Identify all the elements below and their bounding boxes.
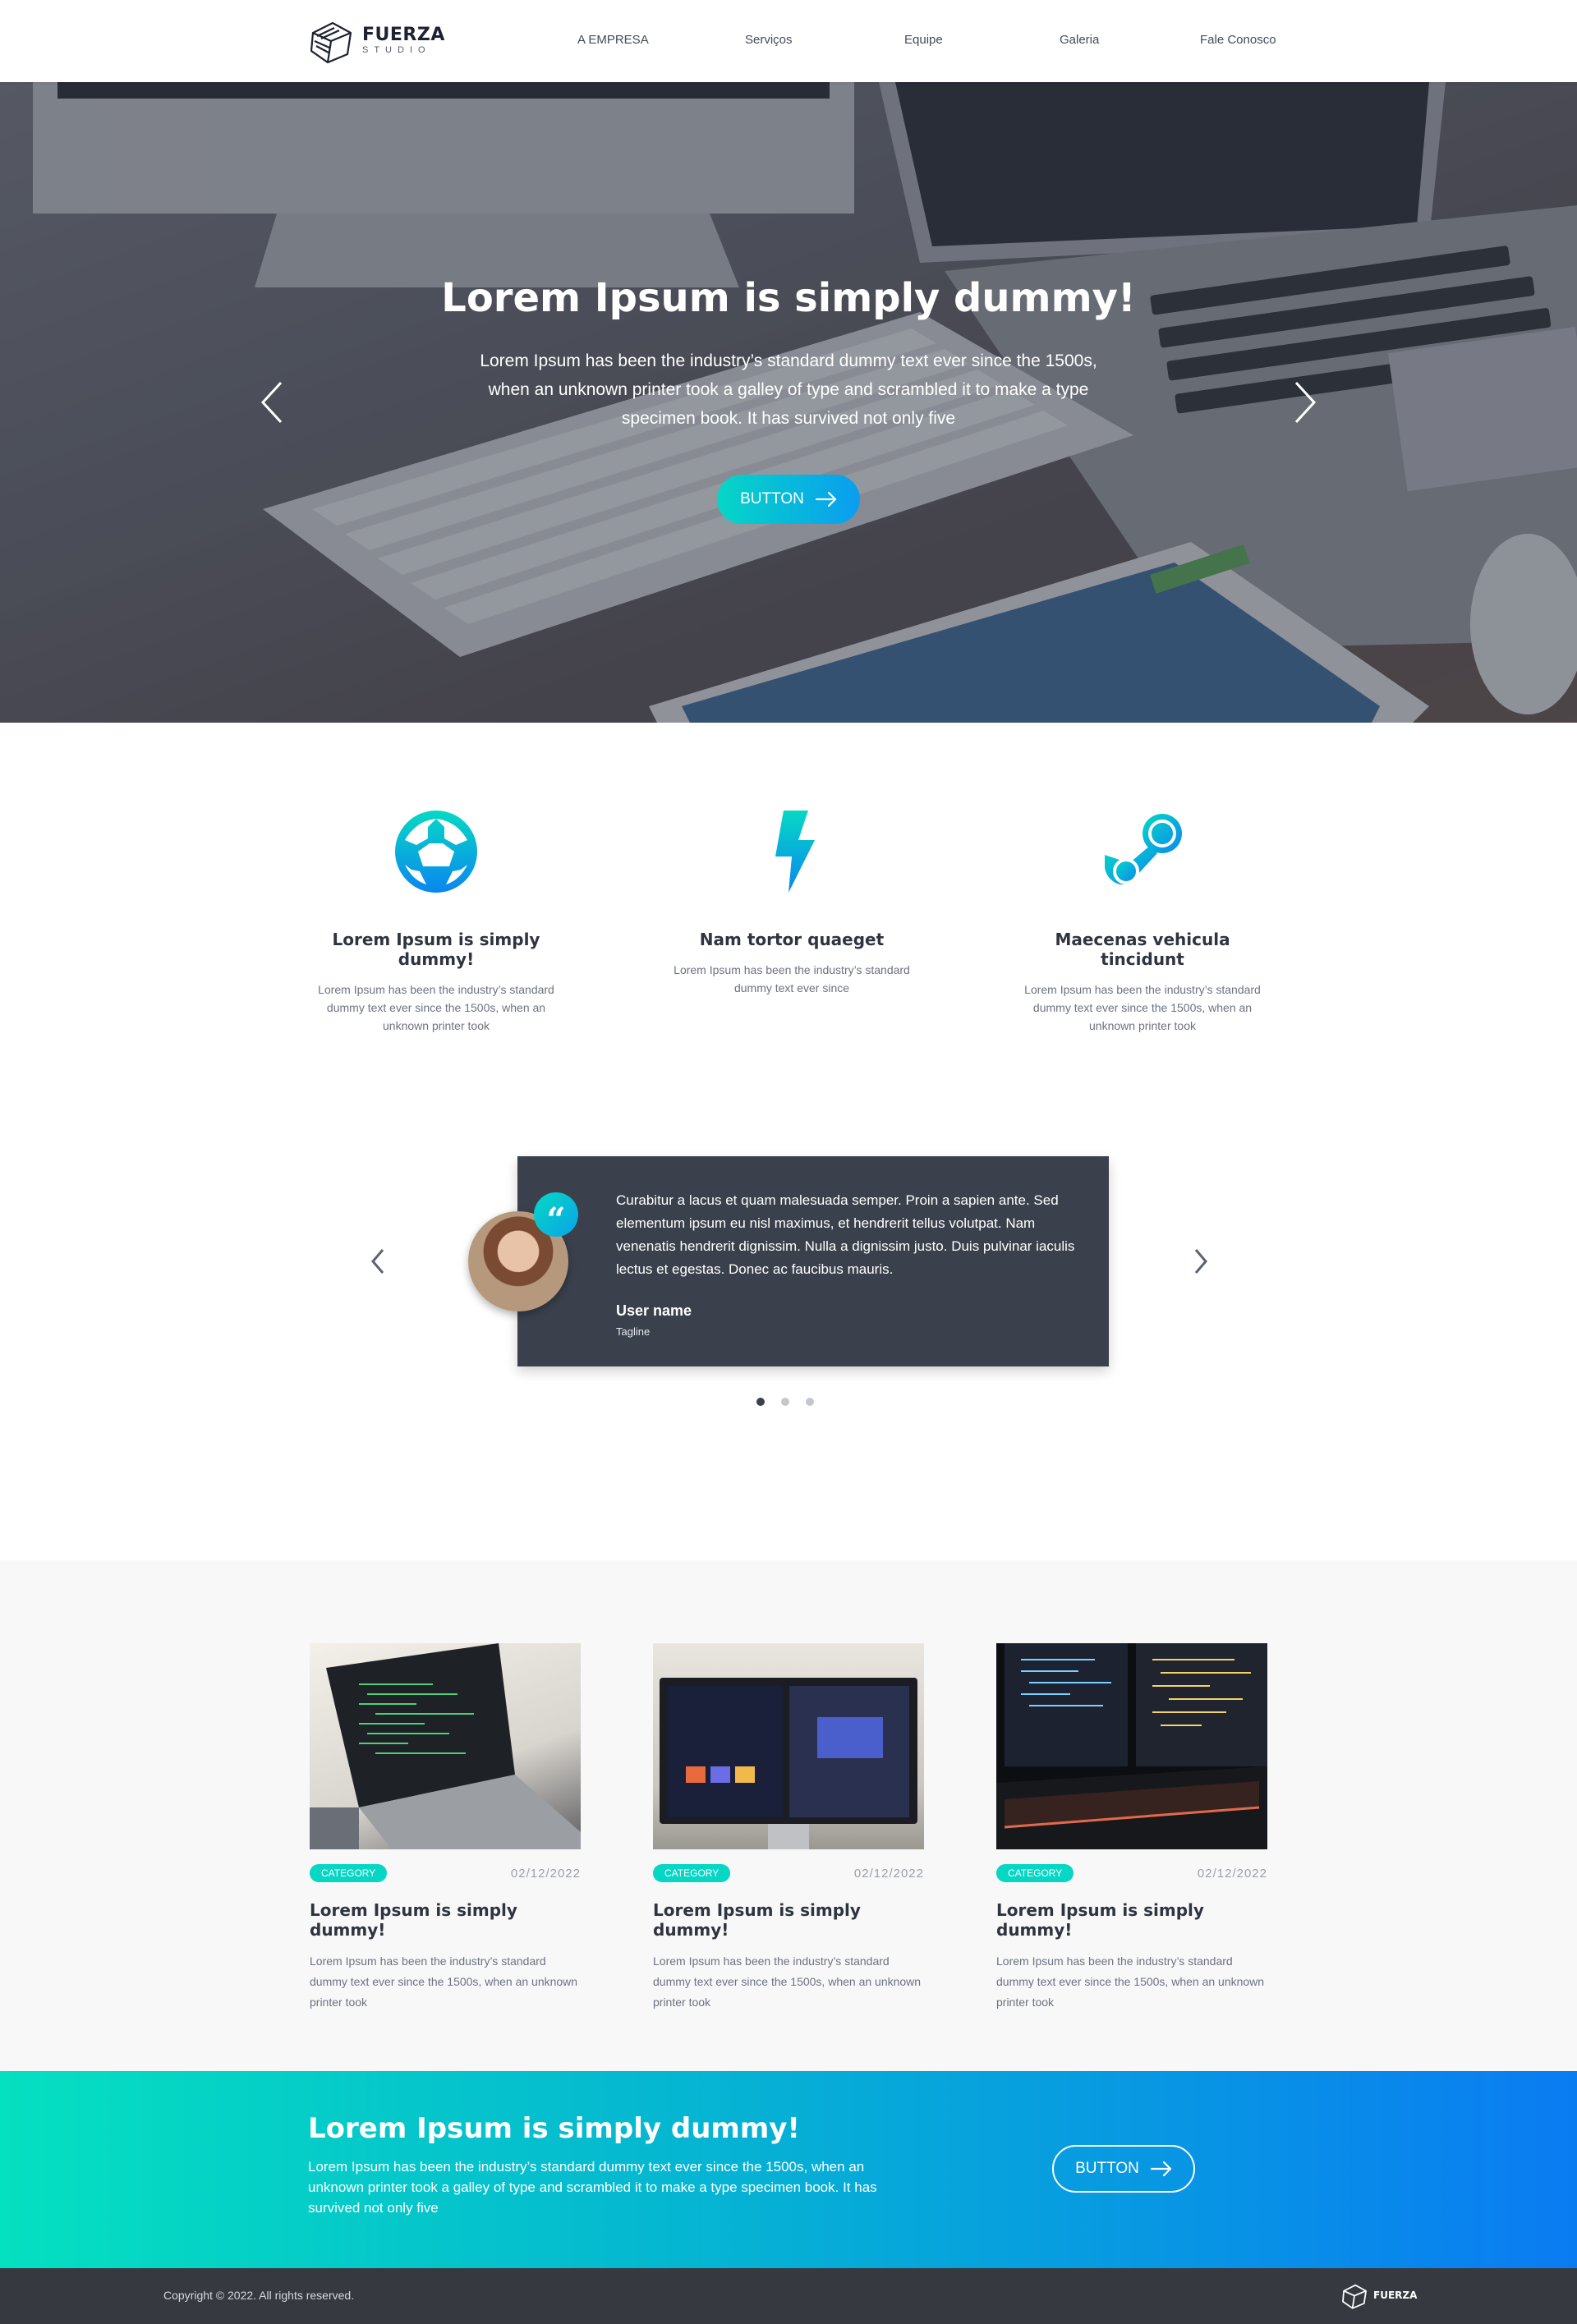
feature-text: Lorem Ipsum has been the industry’s stan… bbox=[674, 963, 910, 994]
nav-link-servicos[interactable]: Serviços bbox=[745, 33, 793, 47]
category-badge[interactable]: CATEGORY bbox=[996, 1864, 1074, 1882]
post-excerpt: Lorem Ipsum has been the industry’s stan… bbox=[653, 1954, 922, 2009]
post-image-monitor[interactable] bbox=[653, 1643, 924, 1849]
brand-logo[interactable]: FUERZA STUDIO bbox=[308, 16, 445, 64]
slider-pagination bbox=[756, 1398, 814, 1406]
category-badge[interactable]: CATEGORY bbox=[310, 1864, 388, 1882]
post-date: 02/12/2022 bbox=[1197, 1866, 1267, 1881]
category-badge[interactable]: CATEGORY bbox=[653, 1864, 731, 1882]
keyboard-code-illustration bbox=[996, 1643, 1267, 1849]
feature-title: Nam tortor quaeget bbox=[699, 930, 885, 949]
post-title[interactable]: Lorem Ipsum is simply dummy! bbox=[653, 1900, 924, 1940]
blog-post-card[interactable]: CATEGORY 02/12/2022 Lorem Ipsum is simpl… bbox=[996, 1643, 1267, 2013]
monitor-illustration bbox=[660, 1678, 917, 1849]
cta-text: Lorem Ipsum has been the industry’s stan… bbox=[308, 2159, 877, 2216]
nav-link-fale-conosco[interactable]: Fale Conosco bbox=[1200, 33, 1276, 47]
testimonial-quote: Curabitur a lacus et quam malesuada semp… bbox=[616, 1192, 1075, 1277]
site-footer: Copyright © 2022. All rights reserved. F… bbox=[0, 2268, 1577, 2324]
post-image-laptop-code[interactable] bbox=[310, 1643, 581, 1849]
feature-title: Maecenas vehicula tincidunt bbox=[1055, 930, 1230, 969]
slider-dot[interactable] bbox=[806, 1398, 814, 1406]
testimonial-user-name: User name bbox=[616, 1302, 692, 1319]
feature-text: Lorem Ipsum has been the industry’s stan… bbox=[318, 983, 554, 1032]
hero-button-label: BUTTON bbox=[740, 490, 804, 508]
cube-logo-icon bbox=[1342, 2284, 1367, 2309]
footer-logo[interactable]: FUERZA bbox=[1340, 2281, 1417, 2309]
cta-button-label: BUTTON bbox=[1075, 2160, 1139, 2177]
nav-link-equipe[interactable]: Equipe bbox=[904, 33, 943, 47]
brand-name: FUERZA bbox=[362, 24, 445, 45]
copyright-text: Copyright © 2022. All rights reserved. bbox=[163, 2289, 355, 2302]
testimonial-card: Curabitur a lacus et quam malesuada semp… bbox=[517, 1156, 1109, 1366]
slider-dot[interactable] bbox=[756, 1398, 765, 1406]
feature-card: Nam tortor quaeget Lorem Ipsum has been … bbox=[660, 809, 923, 997]
post-excerpt: Lorem Ipsum has been the industry’s stan… bbox=[996, 1954, 1265, 2009]
post-date: 02/12/2022 bbox=[510, 1866, 581, 1881]
blog-post-card[interactable]: CATEGORY 02/12/2022 Lorem Ipsum is simpl… bbox=[310, 1643, 581, 2013]
feature-card: Lorem Ipsum is simply dummy! Lorem Ipsum… bbox=[305, 809, 568, 1035]
post-date: 02/12/2022 bbox=[853, 1866, 924, 1881]
cta-title: Lorem Ipsum is simply dummy! bbox=[308, 2112, 800, 2145]
chevron-left-icon[interactable] bbox=[256, 378, 289, 427]
hero-title: Lorem Ipsum is simply dummy! bbox=[441, 275, 1136, 321]
chevron-right-icon[interactable] bbox=[1191, 1247, 1211, 1276]
chevron-right-icon[interactable] bbox=[1288, 378, 1321, 427]
arrow-right-icon bbox=[1150, 2161, 1171, 2176]
arrow-right-icon bbox=[815, 492, 836, 507]
site-header: FUERZA STUDIO A EMPRESA Serviços Equipe … bbox=[0, 0, 1577, 82]
feature-card: Maecenas vehicula tincidunt Lorem Ipsum … bbox=[1011, 809, 1274, 1035]
chevron-left-icon[interactable] bbox=[368, 1247, 388, 1276]
lightning-bolt-icon bbox=[775, 811, 815, 893]
footer-brand-name: FUERZA bbox=[1373, 2290, 1418, 2301]
blog-post-card[interactable]: CATEGORY 02/12/2022 Lorem Ipsum is simpl… bbox=[653, 1643, 924, 2013]
cta-banner: Lorem Ipsum is simply dummy! Lorem Ipsum… bbox=[0, 2071, 1577, 2268]
steam-icon bbox=[1105, 814, 1182, 885]
post-image-keyboard-code[interactable] bbox=[996, 1643, 1267, 1849]
slider-dot[interactable] bbox=[781, 1398, 789, 1406]
hero-slider: Lorem Ipsum is simply dummy! Lorem Ipsum… bbox=[0, 82, 1577, 723]
laptop-illustration bbox=[310, 1643, 581, 1849]
brand-subtitle: STUDIO bbox=[362, 44, 431, 55]
testimonial-tagline: Tagline bbox=[616, 1325, 651, 1338]
soccer-ball-icon bbox=[395, 811, 477, 893]
post-excerpt: Lorem Ipsum has been the industry’s stan… bbox=[310, 1954, 578, 2009]
quote-icon: “ bbox=[534, 1192, 578, 1239]
hero-button[interactable]: BUTTON bbox=[717, 475, 860, 524]
hero-description: Lorem Ipsum has been the industry’s stan… bbox=[480, 351, 1097, 428]
nav-link-galeria[interactable]: Galeria bbox=[1060, 33, 1099, 47]
cta-button[interactable]: BUTTON bbox=[1052, 2145, 1195, 2193]
post-title[interactable]: Lorem Ipsum is simply dummy! bbox=[996, 1900, 1267, 1940]
feature-title: Lorem Ipsum is simply dummy! bbox=[332, 930, 540, 969]
post-title[interactable]: Lorem Ipsum is simply dummy! bbox=[310, 1900, 581, 1940]
cube-logo-icon bbox=[310, 21, 352, 64]
nav-link-a-empresa[interactable]: A EMPRESA bbox=[577, 33, 649, 47]
feature-text: Lorem Ipsum has been the industry’s stan… bbox=[1024, 983, 1261, 1032]
